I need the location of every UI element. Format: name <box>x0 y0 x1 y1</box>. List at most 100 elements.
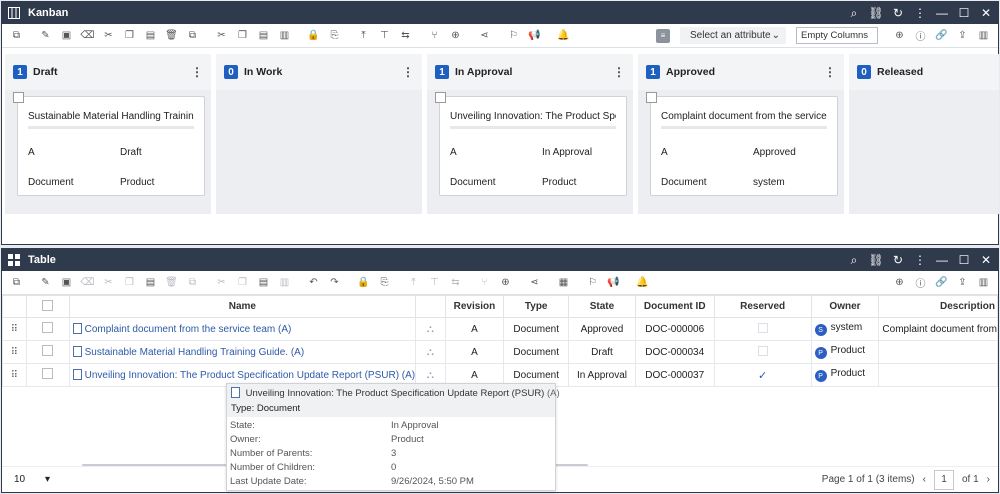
structure-icon[interactable]: ⛬ <box>427 324 434 335</box>
paste-special-icon[interactable]: ▥ <box>275 26 294 45</box>
next-page-icon[interactable]: › <box>987 474 990 485</box>
link-icon[interactable]: 🔗 <box>932 26 951 45</box>
row-name-link[interactable]: Unveiling Innovation: The Product Specif… <box>85 370 415 381</box>
add-icon[interactable]: ⊕ <box>890 26 909 45</box>
header-type[interactable]: Type <box>503 295 570 318</box>
announce-icon[interactable]: 📢 <box>604 273 623 292</box>
row-name-link[interactable]: Complaint document from the service team… <box>85 324 292 335</box>
open-icon[interactable]: ⧉ <box>7 273 26 292</box>
save-icon[interactable]: ▣ <box>57 273 76 292</box>
paste-icon[interactable]: ▤ <box>254 273 273 292</box>
search-icon[interactable]: ⌕ <box>848 253 860 267</box>
delete-icon[interactable]: 🗑 <box>162 26 181 45</box>
header-state[interactable]: State <box>568 295 636 318</box>
cut-icon[interactable]: ✂ <box>212 273 231 292</box>
delete-icon[interactable]: 🗑 <box>162 273 181 292</box>
align-top-icon[interactable]: ⊤ <box>425 273 444 292</box>
drag-handle-icon[interactable]: ⠿ <box>11 324 18 335</box>
export-icon[interactable]: ⇪ <box>953 26 972 45</box>
card-checkbox[interactable] <box>13 92 24 103</box>
document-settings-icon[interactable]: ⎘ <box>325 26 344 45</box>
row-name-link[interactable]: Sustainable Material Handling Training G… <box>85 347 305 358</box>
flag-icon[interactable]: ⚐ <box>504 26 523 45</box>
redo-icon[interactable]: ↷ <box>325 273 344 292</box>
branch-icon[interactable]: ⑂ <box>425 26 444 45</box>
header-description[interactable]: Description <box>878 295 998 318</box>
document-settings-icon[interactable]: ⎘ <box>375 273 394 292</box>
drag-handle-icon[interactable]: ⠿ <box>11 370 18 381</box>
info-icon[interactable]: ⓘ <box>911 273 930 292</box>
info-icon[interactable]: ⓘ <box>911 26 930 45</box>
column-menu-icon[interactable]: ⋮ <box>613 65 625 79</box>
add-icon[interactable]: ⊕ <box>890 273 909 292</box>
paste-icon[interactable]: ▤ <box>254 26 273 45</box>
minimize-icon[interactable]: — <box>936 6 948 20</box>
upload-icon[interactable]: ⤒ <box>354 26 373 45</box>
filter-icon[interactable]: ≡ <box>656 28 670 43</box>
column-menu-icon[interactable]: ⋮ <box>824 65 836 79</box>
table-row[interactable]: ⠿ Sustainable Material Handling Training… <box>2 340 998 364</box>
link-icon[interactable]: 🔗 <box>932 273 951 292</box>
paste-icon[interactable]: ▤ <box>141 26 160 45</box>
bell-icon[interactable]: 🔔 <box>554 26 573 45</box>
erase-icon[interactable]: ⌫ <box>78 273 97 292</box>
structure-icon[interactable]: ⛬ <box>427 347 434 358</box>
select-all-checkbox[interactable] <box>42 299 54 311</box>
workflow-icon[interactable]: ▦ <box>554 273 573 292</box>
add-circle-icon[interactable]: ⊕ <box>446 26 465 45</box>
link-icon[interactable]: ⛓ <box>868 253 883 267</box>
refresh-icon[interactable]: ↻ <box>892 253 904 267</box>
page-size-select[interactable]: 10 ▾ <box>10 470 54 490</box>
attribute-select[interactable]: Select an attribute ⌄ <box>680 27 786 44</box>
save-icon[interactable]: ▣ <box>57 26 76 45</box>
close-icon[interactable]: ✕ <box>980 6 992 20</box>
column-menu-icon[interactable]: ⋮ <box>191 65 203 79</box>
swap-icon[interactable]: ⇆ <box>396 26 415 45</box>
export-icon[interactable]: ⇪ <box>953 273 972 292</box>
kanban-card[interactable]: Sustainable Material Handling Training G… <box>13 92 205 196</box>
share-icon[interactable]: ⋖ <box>475 26 494 45</box>
close-icon[interactable]: ✕ <box>980 253 992 267</box>
cut-icon[interactable]: ✂ <box>99 26 118 45</box>
erase-icon[interactable]: ⌫ <box>78 26 97 45</box>
edit-icon[interactable]: ✎ <box>36 26 55 45</box>
duplicate-icon[interactable]: ⧉ <box>183 273 202 292</box>
paste-special-icon[interactable]: ▥ <box>275 273 294 292</box>
row-checkbox[interactable] <box>42 368 54 379</box>
table-row[interactable]: ⠿ Complaint document from the service te… <box>2 317 998 341</box>
header-owner[interactable]: Owner <box>810 295 880 318</box>
lock-icon[interactable]: 🔒 <box>304 26 323 45</box>
copy-icon[interactable]: ❐ <box>120 26 139 45</box>
header-name[interactable]: Name <box>68 295 417 318</box>
page-number-input[interactable]: 1 <box>933 469 954 490</box>
add-circle-icon[interactable]: ⊕ <box>496 273 515 292</box>
link-icon[interactable]: ⛓ <box>868 6 883 20</box>
row-checkbox[interactable] <box>42 322 54 333</box>
lock-icon[interactable]: 🔒 <box>354 273 373 292</box>
more-icon[interactable]: ⋮ <box>914 253 926 267</box>
kanban-card[interactable]: Complaint document from the service tea … <box>646 92 838 196</box>
refresh-icon[interactable]: ↻ <box>892 6 904 20</box>
open-icon[interactable]: ⧉ <box>7 26 26 45</box>
structure-icon[interactable]: ⛬ <box>427 370 434 381</box>
header-document-id[interactable]: Document ID <box>634 295 715 318</box>
upload-icon[interactable]: ⤒ <box>404 273 423 292</box>
drag-handle-icon[interactable]: ⠿ <box>11 347 18 358</box>
copy-icon[interactable]: ❐ <box>120 273 139 292</box>
kanban-card[interactable]: Unveiling Innovation: The Product Specif… <box>435 92 627 196</box>
minimize-icon[interactable]: — <box>936 253 948 267</box>
card-checkbox[interactable] <box>435 92 446 103</box>
empty-columns-checkbox[interactable]: Empty Columns <box>796 27 878 44</box>
copy-icon[interactable]: ❐ <box>233 26 252 45</box>
card-checkbox[interactable] <box>646 92 657 103</box>
search-icon[interactable]: ⌕ <box>848 6 860 20</box>
align-top-icon[interactable]: ⊤ <box>375 26 394 45</box>
bell-icon[interactable]: 🔔 <box>633 273 652 292</box>
columns-icon[interactable]: ▥ <box>974 26 993 45</box>
undo-icon[interactable]: ↶ <box>304 273 323 292</box>
header-reserved[interactable]: Reserved <box>713 295 812 318</box>
announce-icon[interactable]: 📢 <box>525 26 544 45</box>
share-icon[interactable]: ⋖ <box>525 273 544 292</box>
cut-icon[interactable]: ✂ <box>99 273 118 292</box>
maximize-icon[interactable]: ☐ <box>958 253 970 267</box>
